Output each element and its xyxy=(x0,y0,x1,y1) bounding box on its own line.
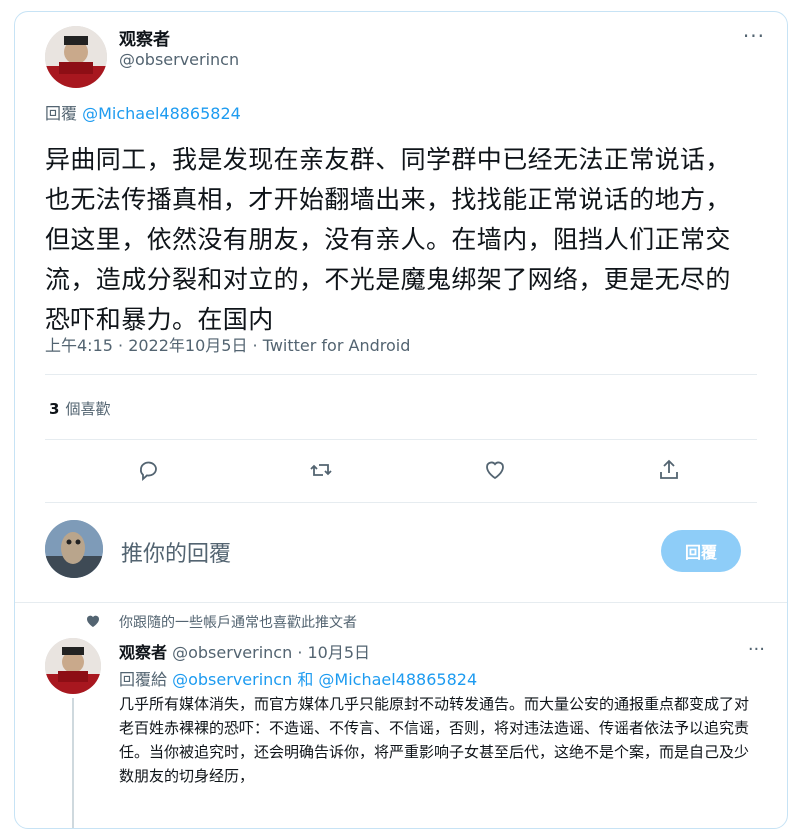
tweet-card: 观察者 @observerincn ··· 回覆 @Michael4886582… xyxy=(14,11,788,829)
action-bar xyxy=(45,452,757,488)
reply-more-options-icon[interactable]: ··· xyxy=(748,639,765,660)
avatar[interactable] xyxy=(45,26,107,88)
my-avatar[interactable] xyxy=(45,520,103,578)
likes-summary[interactable]: 3 個喜歡 xyxy=(49,398,110,419)
more-options-icon[interactable]: ··· xyxy=(743,24,765,48)
likes-label: 個喜歡 xyxy=(65,400,111,418)
reply-author[interactable]: 观察者 @observerincn · 10月5日 xyxy=(119,639,370,663)
reply-icon[interactable] xyxy=(131,452,167,488)
reply-handle-time[interactable]: @observerincn · 10月5日 xyxy=(172,643,370,662)
reply-mention-link[interactable]: @Michael48865824 xyxy=(82,104,241,123)
reply-to-context: 回覆給 @observerincn 和 @Michael48865824 xyxy=(119,666,477,690)
compose-reply-input[interactable]: 推你的回覆 xyxy=(121,536,231,568)
reply-text: 几乎所有媒体消失，而官方媒体几乎只能原封不动转发通告。而大量公安的通报重点都变成… xyxy=(119,695,750,785)
user-handle[interactable]: @observerincn xyxy=(119,50,239,69)
tweet-text: 异曲同工，我是发现在亲友群、同学群中已经无法正常说话，也无法传播真相，才开始翻墙… xyxy=(45,145,731,334)
display-name[interactable]: 观察者 xyxy=(119,25,170,50)
reply-context: 回覆 @Michael48865824 xyxy=(45,100,241,124)
social-heart-icon xyxy=(87,615,99,627)
share-icon[interactable] xyxy=(651,452,687,488)
reply-display-name[interactable]: 观察者 xyxy=(119,643,167,662)
tweet-timestamp[interactable]: 上午4:15 · 2022年10月5日 · Twitter for Androi… xyxy=(45,332,410,356)
divider xyxy=(45,374,757,375)
like-icon[interactable] xyxy=(477,452,513,488)
divider xyxy=(45,502,757,503)
divider xyxy=(15,602,787,603)
retweet-icon[interactable] xyxy=(303,452,339,488)
social-context: 你跟隨的一些帳戶通常也喜歡此推文者 xyxy=(119,615,357,631)
reply-avatar[interactable] xyxy=(45,638,101,694)
thread-line xyxy=(72,698,74,828)
reply-prefix: 回覆 xyxy=(45,104,78,123)
reply-to-prefix: 回覆給 xyxy=(119,670,168,689)
reply-to-mentions[interactable]: @observerincn 和 @Michael48865824 xyxy=(172,670,477,689)
reply-button[interactable]: 回覆 xyxy=(661,530,741,572)
divider xyxy=(45,439,757,440)
likes-count: 3 xyxy=(49,400,60,418)
